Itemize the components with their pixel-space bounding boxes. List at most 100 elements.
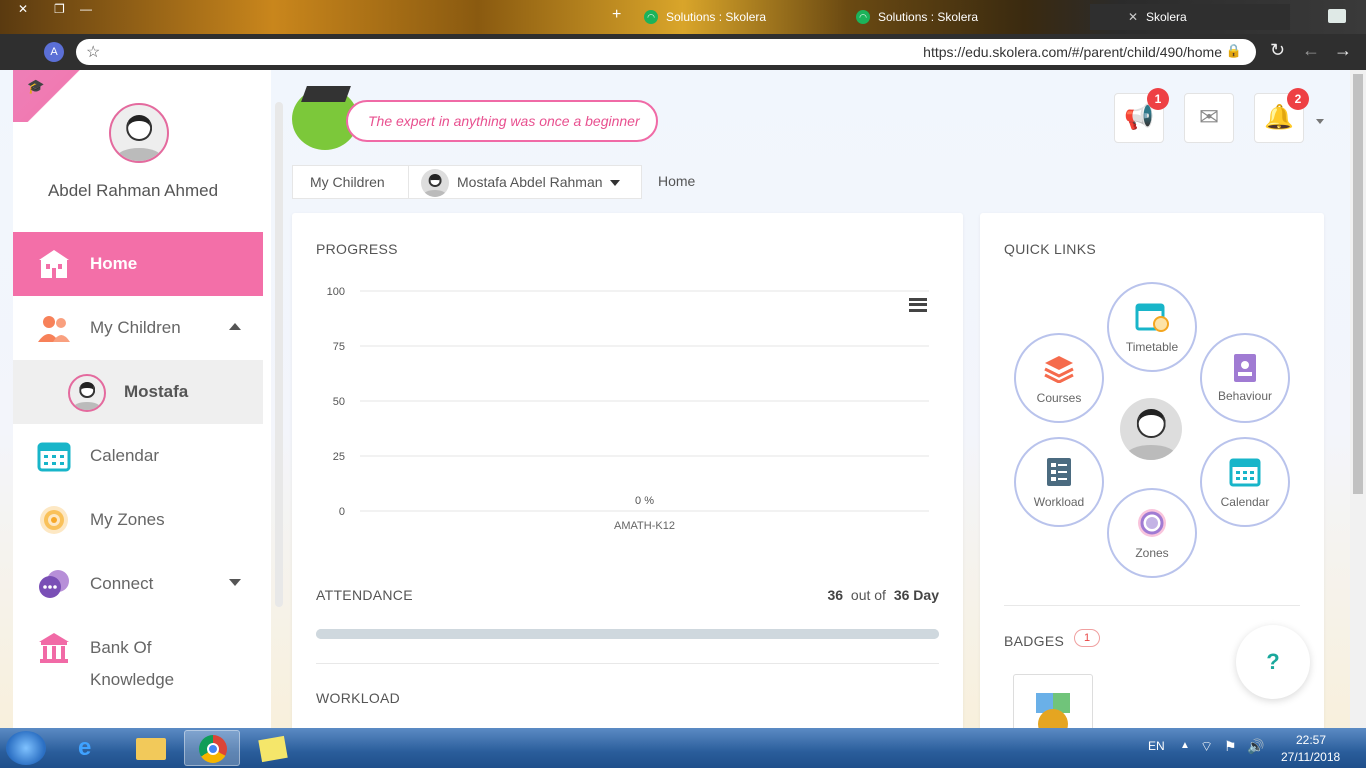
forward-icon[interactable]: →	[1334, 40, 1352, 61]
sidebar-item-bank-of-knowledge[interactable]: Bank Of Knowledge	[13, 616, 263, 706]
sidebar-item-label: Connect	[90, 574, 154, 593]
workload-icon	[1047, 458, 1071, 486]
internet-explorer-icon[interactable]: e	[64, 730, 120, 766]
omnibox[interactable]: ☆ https://edu.skolera.com/#/parent/child…	[76, 39, 1256, 65]
sticky-notes-icon[interactable]	[244, 730, 300, 766]
y-tick-label: 50	[333, 396, 345, 408]
clock-time[interactable]: 22:57	[1296, 733, 1326, 747]
avatar	[1120, 398, 1182, 460]
app-area: 🎓 Abdel Rahman Ahmed Home My Children Mo…	[0, 70, 1366, 744]
tab-close-icon[interactable]: ✕	[1128, 4, 1138, 30]
headset-icon: ◠	[644, 10, 658, 24]
progress-card: PROGRESS 100 75 50 25 0 0 % AMATH-K12 ATTENDAN…	[292, 213, 963, 733]
announcements-badge: 1	[1147, 88, 1169, 110]
timetable-icon	[1135, 303, 1169, 332]
quick-link-timetable[interactable]: Timetable	[1107, 282, 1197, 372]
url-text[interactable]: https://edu.skolera.com/#/parent/child/4…	[923, 44, 1222, 60]
graduation-cap-icon: 🎓	[27, 78, 45, 94]
attendance-fill	[316, 629, 939, 639]
browser-tab-2[interactable]: ◠ Solutions : Skolera	[848, 4, 1088, 30]
scrollbar-thumb[interactable]	[1353, 74, 1363, 494]
sidebar-item-calendar[interactable]: Calendar	[13, 424, 263, 488]
tab-title: Skolera	[1146, 10, 1187, 24]
breadcrumb-child-selector[interactable]: Mostafa Abdel Rahman	[408, 165, 642, 199]
sidebar: 🎓 Abdel Rahman Ahmed Home My Children Mo…	[13, 70, 283, 728]
help-chat-button[interactable]: ?	[1236, 625, 1310, 699]
volume-icon[interactable]: 🔊	[1247, 738, 1264, 755]
notifications-badge: 2	[1287, 88, 1309, 110]
avatar	[421, 169, 449, 197]
motivational-quote: The expert in anything was once a beginn…	[346, 100, 658, 142]
attendance-present: 36	[827, 587, 844, 603]
sidebar-item-home[interactable]: Home	[13, 232, 263, 296]
sidebar-item-label: Calendar	[90, 446, 159, 465]
data-label: 0 %	[635, 495, 654, 507]
quick-link-behaviour[interactable]: Behaviour	[1200, 333, 1290, 423]
quick-link-label: Courses	[1036, 391, 1082, 405]
bank-icon	[39, 633, 69, 663]
chevron-down-icon[interactable]	[1316, 119, 1324, 124]
star-icon[interactable]: ☆	[86, 42, 100, 62]
divider	[1004, 605, 1300, 606]
new-tab-button[interactable]: +	[612, 6, 621, 24]
attendance-value: 36 out of 36 Day	[827, 587, 939, 603]
chart-menu-icon[interactable]	[909, 298, 927, 312]
notifications-button[interactable]: 🔔 2	[1254, 88, 1309, 143]
sidebar-item-label: My Zones	[90, 510, 165, 529]
quick-link-courses[interactable]: Courses	[1014, 333, 1104, 423]
profile-avatar-icon[interactable]: A	[44, 42, 64, 62]
messages-button[interactable]: ✉	[1184, 93, 1234, 143]
caret-down-icon	[610, 180, 620, 186]
y-tick-label: 25	[333, 451, 345, 463]
tab-title: Solutions : Skolera	[666, 10, 767, 24]
chrome-icon[interactable]	[184, 730, 240, 766]
avatar[interactable]	[109, 103, 169, 163]
divider	[316, 663, 939, 664]
sidebar-item-connect[interactable]: Connect	[13, 552, 263, 616]
sidebar-scrollbar[interactable]	[275, 102, 283, 607]
sidebar-item-label: Bank Of Knowledge	[90, 638, 175, 689]
sidebar-item-my-zones[interactable]: My Zones	[13, 488, 263, 552]
chevron-up-icon[interactable]	[229, 323, 241, 330]
file-explorer-icon[interactable]	[124, 730, 180, 766]
attendance-out-of: out of	[850, 587, 886, 603]
minimize-window-icon[interactable]: —	[80, 2, 92, 16]
quick-link-calendar[interactable]: Calendar	[1200, 437, 1290, 527]
browser-tab-1[interactable]: ◠ Solutions : Skolera	[636, 4, 856, 30]
logo-corner: 🎓	[13, 70, 93, 122]
chevron-down-icon[interactable]	[229, 579, 241, 586]
quick-link-workload[interactable]: Workload	[1014, 437, 1104, 527]
envelope-icon: ✉	[1198, 104, 1220, 131]
graduation-cap-icon	[301, 86, 351, 102]
headset-icon: ◠	[856, 10, 870, 24]
wifi-icon[interactable]: ⌔	[1200, 738, 1213, 756]
extension-icon[interactable]	[1328, 9, 1346, 23]
avatar-face	[126, 115, 152, 141]
reload-icon[interactable]: ↻	[1270, 40, 1285, 61]
clock-date[interactable]: 27/11/2018	[1281, 750, 1340, 764]
help-chat-icon: ?	[1266, 649, 1280, 674]
lock-icon: 🔒	[1225, 43, 1242, 58]
calendar-icon	[37, 442, 71, 472]
tray-expand-icon[interactable]: ▲	[1180, 740, 1190, 751]
browser-tab-active[interactable]: ✕ Skolera	[1090, 4, 1290, 30]
progress-chart: 100 75 50 25 0 0 % AMATH-K12	[327, 286, 929, 532]
quick-link-zones[interactable]: Zones	[1107, 488, 1197, 578]
flag-icon[interactable]: ⚑	[1224, 738, 1237, 755]
start-button[interactable]	[6, 731, 46, 765]
restore-window-icon[interactable]: ❐	[54, 2, 65, 16]
breadcrumb-home: Home	[658, 173, 696, 189]
language-indicator[interactable]: EN	[1148, 739, 1165, 753]
back-icon[interactable]: ←	[1302, 40, 1320, 61]
avatar-body	[116, 147, 162, 161]
breadcrumb-my-children[interactable]: My Children	[292, 165, 416, 199]
sidebar-item-child-mostafa[interactable]: Mostafa	[13, 360, 263, 424]
sidebar-item-my-children[interactable]: My Children	[13, 296, 263, 360]
taskbar: e EN ▲ ⌔ ⚑ 🔊 22:57 27/11/2018	[0, 728, 1366, 768]
close-window-icon[interactable]: ✕	[18, 2, 28, 16]
page-scrollbar[interactable]	[1350, 70, 1366, 728]
y-tick-label: 100	[327, 286, 345, 298]
browser-tab-bar: ✕ ❐ — + ◠ Solutions : Skolera ◠ Solution…	[0, 0, 1366, 34]
attendance-total: 36 Day	[893, 587, 939, 603]
announcements-button[interactable]: 📢 1	[1114, 88, 1169, 143]
